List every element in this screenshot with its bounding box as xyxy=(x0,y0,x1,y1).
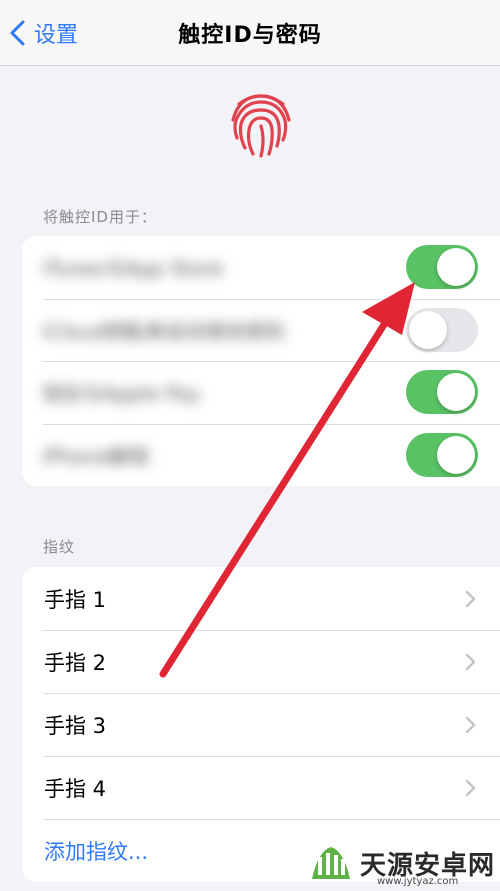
touchid-item-unlock: iPhone解锁 xyxy=(22,423,500,487)
toggle-knob xyxy=(437,248,475,287)
touchid-item-itunes: iTunes与App Store xyxy=(22,236,500,299)
touchid-item-label: iCloud钥匙串自动填充密码 xyxy=(42,319,285,344)
touchid-item-label: iTunes与App Store xyxy=(42,256,224,281)
itunes-toggle[interactable] xyxy=(406,245,478,290)
navigation-bar: 设置 触控ID与密码 xyxy=(0,0,500,66)
finger-label: 手指 4 xyxy=(44,776,107,801)
finger-row-2[interactable]: 手指 2 xyxy=(22,630,500,693)
finger-label: 手指 2 xyxy=(44,650,107,675)
touchid-group: iTunes与App Store iCloud钥匙串自动填充密码 钱包与Appl… xyxy=(22,236,500,486)
chevron-right-icon xyxy=(465,716,476,733)
toggle-knob xyxy=(437,373,475,412)
fingerprint-icon xyxy=(231,94,291,158)
touchid-section-header: 将触控ID用于： xyxy=(43,208,157,226)
finger-row-3[interactable]: 手指 3 xyxy=(22,693,500,756)
toggle-knob xyxy=(409,310,447,349)
finger-label: 手指 3 xyxy=(44,713,107,738)
chevron-right-icon xyxy=(465,590,476,607)
toggle-knob xyxy=(437,435,475,474)
fingerprint-section-header: 指纹 xyxy=(43,538,76,556)
add-fingerprint-link[interactable]: 添加指纹... xyxy=(44,836,148,866)
watermark-url: www.jytyaz.com xyxy=(377,876,459,887)
chevron-right-icon xyxy=(465,779,476,796)
page-title: 触控ID与密码 xyxy=(178,23,322,48)
apple-pay-toggle[interactable] xyxy=(406,370,478,415)
fingerprint-group: 手指 1 手指 2 手指 3 手指 4 添加指纹... xyxy=(22,567,500,882)
chevron-right-icon xyxy=(465,653,476,670)
unlock-toggle[interactable] xyxy=(406,432,478,477)
finger-row-1[interactable]: 手指 1 xyxy=(22,567,500,630)
touchid-item-password-autofill: iCloud钥匙串自动填充密码 xyxy=(22,298,500,362)
touchid-item-label: 钱包与Apple Pay xyxy=(42,381,201,406)
watermark-logo-icon xyxy=(312,847,350,879)
touchid-item-apple-pay: 钱包与Apple Pay xyxy=(22,361,500,424)
finger-row-4[interactable]: 手指 4 xyxy=(22,756,500,819)
password-autofill-toggle[interactable] xyxy=(406,307,478,352)
finger-label: 手指 1 xyxy=(44,587,107,612)
touchid-item-label: iPhone解锁 xyxy=(42,444,150,469)
